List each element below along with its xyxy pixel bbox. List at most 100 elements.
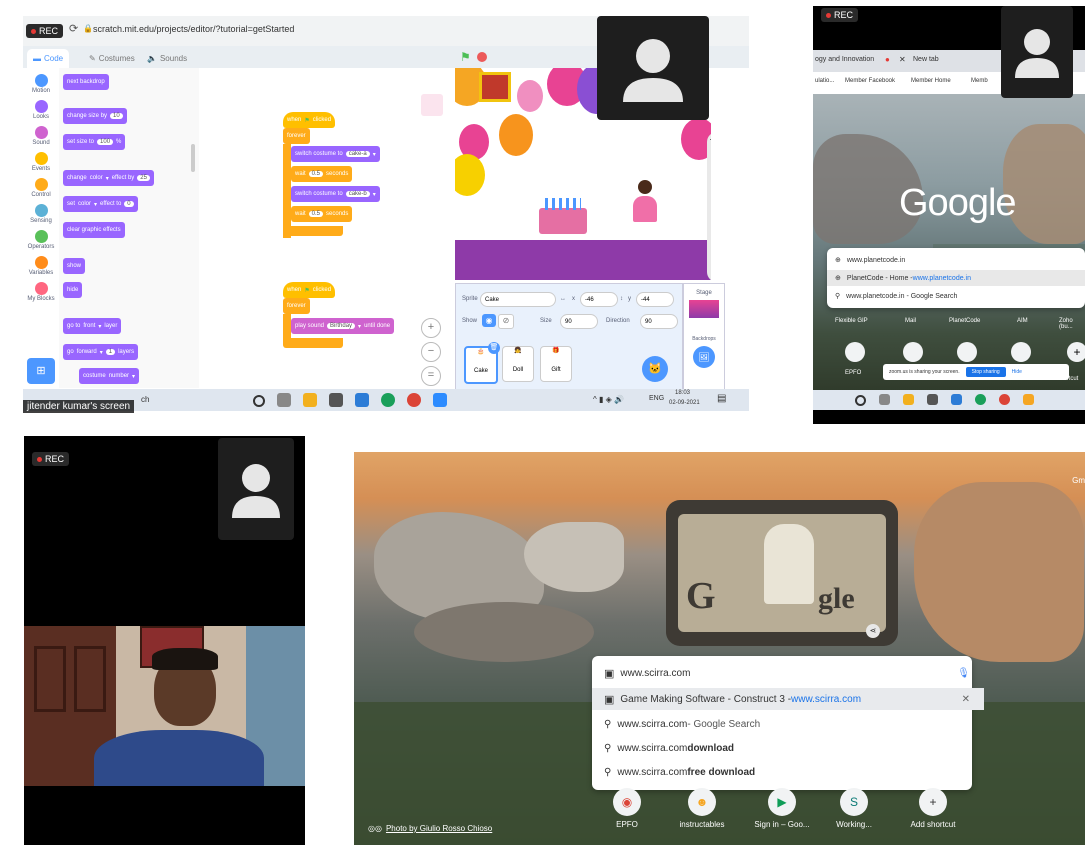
category-variables[interactable]: Variables [23, 256, 59, 276]
chrome-icon[interactable] [999, 394, 1010, 405]
tab-code[interactable]: ▬ Code [27, 49, 70, 68]
category-events[interactable]: Events [23, 152, 59, 172]
block-hide[interactable]: hide [63, 282, 83, 298]
search-icon[interactable] [253, 395, 265, 407]
tab-innovation[interactable]: ogy and Innovation [815, 56, 874, 63]
show-eye-icon[interactable]: ◉ [482, 314, 496, 327]
block-wait-1[interactable]: wait 0.5 seconds [291, 166, 353, 182]
google-doodle[interactable]: G gle ⋖ [666, 500, 898, 646]
close-icon[interactable]: ✕ [899, 55, 906, 64]
add-shortcut-icon[interactable]: + [1067, 342, 1085, 362]
chrome-icon[interactable] [407, 393, 421, 407]
stop-sharing-button[interactable]: Stop sharing [965, 367, 1006, 377]
app-icon[interactable] [1023, 394, 1034, 405]
zoom-out-icon[interactable]: − [421, 342, 441, 362]
y-input[interactable]: -44 [636, 292, 674, 307]
block-switch-costume-b[interactable]: switch costume to cake-b ▾ [291, 186, 380, 202]
block-set-effect[interactable]: set color ▾ effect to 0 [63, 196, 138, 212]
size-input[interactable]: 90 [560, 314, 598, 329]
suggestion-row[interactable]: ⚲ www.planetcode.in - Google Search [827, 288, 1085, 304]
cake-sprite[interactable] [539, 208, 587, 234]
shortcut-signin[interactable]: ▶ Sign in – Goo... [752, 788, 812, 829]
shortcut-zoho[interactable]: Zoho (bu... [1059, 318, 1085, 330]
suggestion-row[interactable]: ⚲ www.scirra.com - Google Search [592, 714, 984, 734]
suggestion-row[interactable]: ⊕ PlanetCode - Home - www.planetcode.in [827, 270, 1085, 286]
sprite-thumb-gift[interactable]: 🎁 Gift [540, 346, 572, 382]
reload-icon[interactable]: ⟳ [69, 22, 78, 35]
sprite-name-input[interactable]: Cake [480, 292, 556, 307]
microphone-icon[interactable]: 🎙 [957, 668, 970, 679]
mail-icon[interactable] [927, 394, 938, 405]
store-icon[interactable] [355, 393, 369, 407]
notification-icon[interactable]: ▤ [717, 393, 726, 404]
category-operators[interactable]: Operators [23, 230, 59, 250]
more-icon[interactable]: ··· [709, 134, 711, 144]
hat-when-flag-clicked-2[interactable]: when ⚑ clicked [283, 282, 336, 298]
palette-scrollbar[interactable] [191, 144, 195, 172]
add-sprite-button[interactable]: 🐱 [642, 356, 668, 382]
green-flag-icon[interactable]: ⚑ [460, 50, 471, 64]
task-view-icon[interactable] [879, 394, 890, 405]
zoom-in-icon[interactable]: + [421, 318, 441, 338]
block-switch-costume-a[interactable]: switch costume to cake-a ▾ [291, 146, 380, 162]
hat-when-flag-clicked[interactable]: when ⚑ clicked [283, 112, 336, 128]
block-wait-2[interactable]: wait 0.5 seconds [291, 206, 353, 222]
hide-button[interactable]: Hide [1012, 369, 1022, 375]
zoom-icon[interactable] [433, 393, 447, 407]
block-forever-2[interactable]: forever [283, 298, 310, 314]
block-forever[interactable]: forever [283, 128, 310, 144]
sprite-thumb-doll[interactable]: 👧 Doll [502, 346, 534, 382]
x-input[interactable]: -46 [580, 292, 618, 307]
shortcut-icon[interactable] [1011, 342, 1031, 362]
doll-sprite[interactable] [633, 180, 657, 242]
shortcut-icon[interactable] [903, 342, 923, 362]
shortcut-planetcode[interactable]: PlanetCode [949, 318, 980, 324]
tab-new-tab[interactable]: New tab [913, 56, 939, 63]
edge-icon[interactable] [381, 393, 395, 407]
close-tab-icon[interactable]: ● [885, 55, 890, 64]
add-extension-button[interactable]: ⊞ [27, 358, 55, 384]
stage-selector[interactable]: Stage Backdrops 🖼 [683, 283, 725, 390]
shortcut-icon[interactable] [957, 342, 977, 362]
category-my-blocks[interactable]: My Blocks [23, 282, 59, 302]
share-icon[interactable]: ⋖ [866, 624, 880, 638]
category-control[interactable]: Control [23, 178, 59, 198]
direction-input[interactable]: 90 [640, 314, 678, 329]
photo-credit-link[interactable]: Photo by Giulio Rosso Chioso [386, 824, 492, 833]
add-shortcut[interactable]: + Add shortcut [900, 788, 966, 829]
hide-eye-icon[interactable]: ⊘ [498, 314, 514, 329]
category-motion[interactable]: Motion [23, 74, 59, 94]
shortcut-aim[interactable]: AIM [1017, 318, 1028, 324]
block-change-effect[interactable]: change color ▾ effect by 25 [63, 170, 154, 186]
search-icon[interactable] [855, 395, 866, 406]
remove-suggestion-icon[interactable]: ✕ [962, 694, 970, 705]
suggestion-row[interactable]: ▣ Game Making Software - Construct 3 - ww… [592, 688, 984, 710]
epfo-shortcut-icon[interactable] [845, 342, 865, 362]
block-go-layers[interactable]: go forward ▾ 1 layers [63, 344, 139, 360]
bookmark-1[interactable]: ulatio... [815, 78, 834, 84]
block-go-to-layer[interactable]: go to front ▾ layer [63, 318, 122, 334]
block-play-sound[interactable]: play sound Birthday ▾ until done [291, 318, 395, 334]
block-next-backdrop[interactable]: next backdrop [63, 74, 109, 90]
shortcut-working[interactable]: S Working... [826, 788, 882, 829]
bookmark-4[interactable]: Memb [971, 78, 988, 84]
block-costume-number[interactable]: costume number ▾ [79, 368, 140, 384]
shortcut-instructables[interactable]: ☻ instructables [672, 788, 732, 829]
zoom-reset-icon[interactable]: = [421, 366, 441, 386]
bookmark-3[interactable]: Member Home [911, 78, 951, 84]
add-backdrop-button[interactable]: 🖼 [693, 346, 715, 368]
store-icon[interactable] [951, 394, 962, 405]
block-clear-effects[interactable]: clear graphic effects [63, 222, 125, 238]
suggestion-row[interactable]: ⚲ www.scirra.com download [592, 738, 984, 758]
url-bar[interactable]: scratch.mit.edu/projects/editor/?tutoria… [93, 24, 294, 34]
task-view-icon[interactable] [277, 393, 291, 407]
omnibox-input-row[interactable]: ⊕ www.planetcode.in [827, 252, 1085, 268]
suggestion-row[interactable]: ⚲ www.scirra.com free download [592, 762, 984, 782]
category-looks[interactable]: Looks [23, 100, 59, 120]
block-change-size[interactable]: change size by 10 [63, 108, 127, 124]
edge-icon[interactable] [975, 394, 986, 405]
tab-costumes[interactable]: ✎ Costumes [83, 49, 141, 68]
bookmark-2[interactable]: Member Facebook [845, 78, 895, 84]
file-explorer-icon[interactable] [303, 393, 317, 407]
block-show[interactable]: show [63, 258, 86, 274]
